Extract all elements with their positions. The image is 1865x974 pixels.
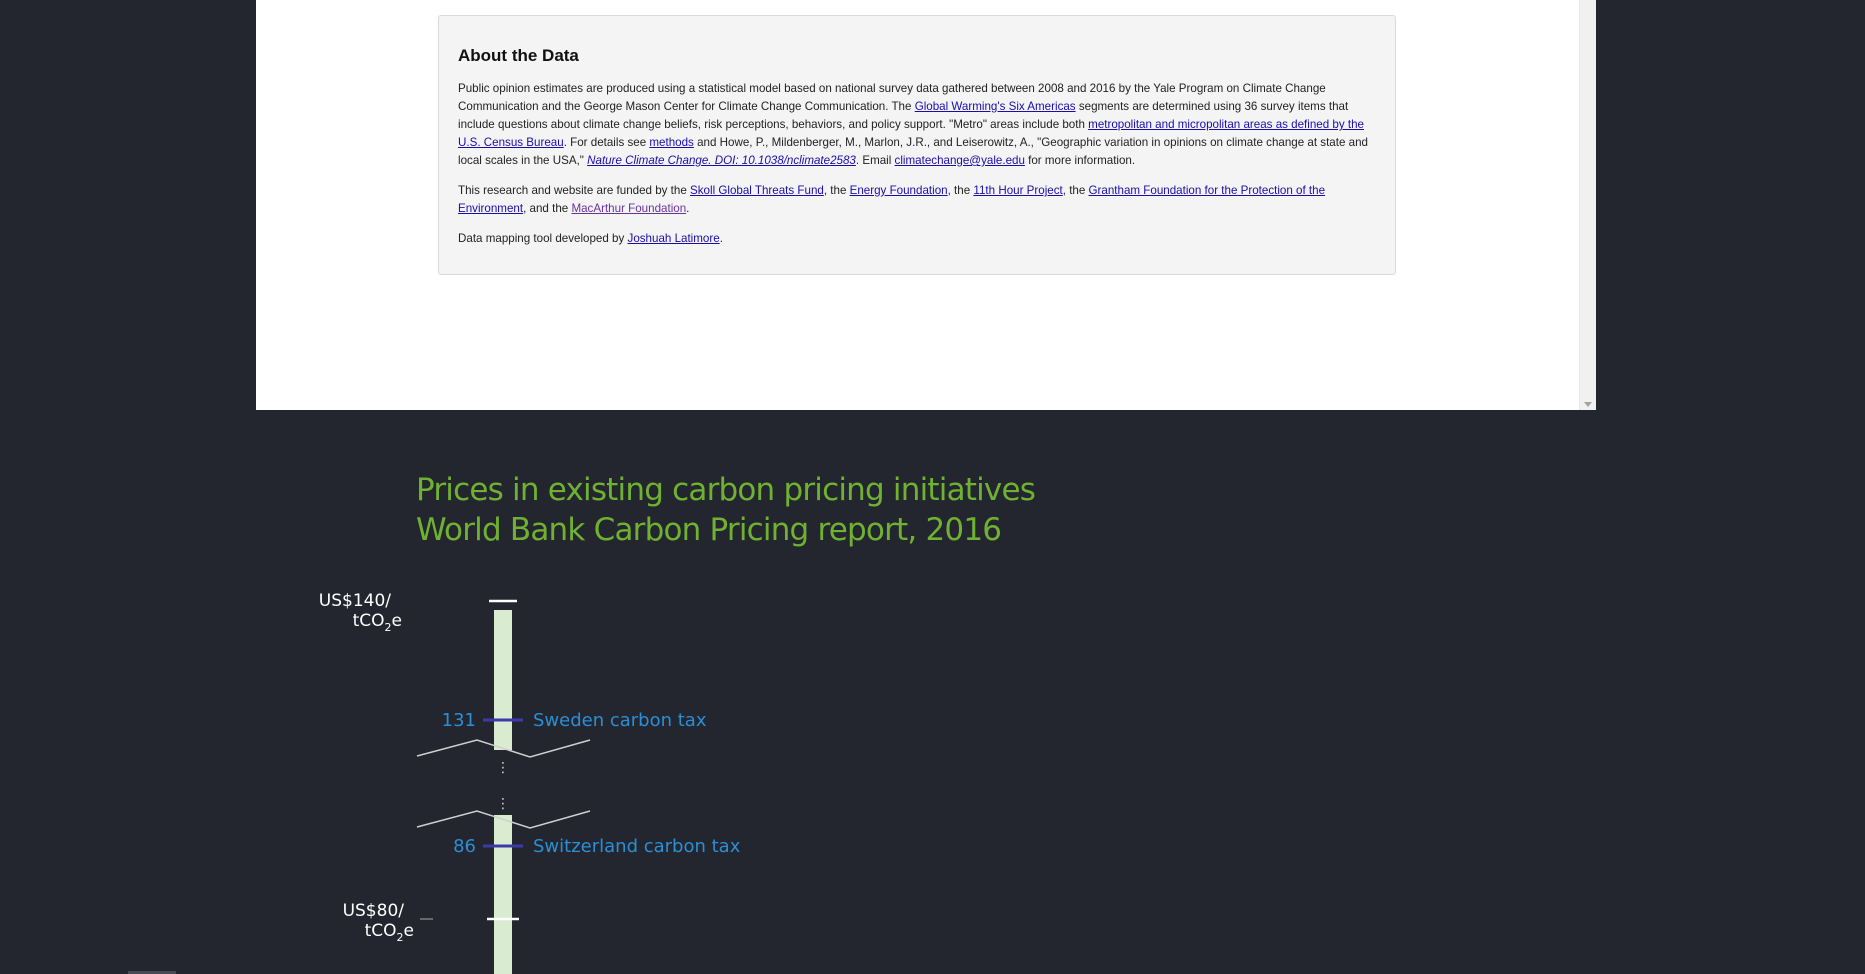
ellipsis-upper: ⋮ bbox=[496, 760, 510, 776]
carbon-price-chart: US$140/ tCO2e US$80/ tCO2e ⋮ ⋮ 131 Sweden… bbox=[319, 591, 741, 974]
price-point-value: 131 bbox=[442, 710, 476, 731]
axis-label-top-line1: US$140/ bbox=[319, 591, 391, 611]
price-point-value: 86 bbox=[453, 836, 476, 857]
price-points: 131 Sweden carbon tax 86 Switzerland carbon… bbox=[442, 710, 741, 857]
axis-label-top-line2: tCO2e bbox=[353, 611, 402, 634]
price-point-label: Switzerland carbon tax bbox=[533, 836, 741, 857]
price-point-label: Sweden carbon tax bbox=[533, 710, 707, 731]
ellipsis-lower: ⋮ bbox=[496, 796, 510, 812]
price-bar-upper bbox=[494, 610, 512, 750]
axis-label-bottom-line2: tCO2e bbox=[365, 921, 414, 944]
axis-label-bottom-line1: US$80/ bbox=[343, 901, 405, 921]
price-bar-lower bbox=[494, 815, 512, 974]
